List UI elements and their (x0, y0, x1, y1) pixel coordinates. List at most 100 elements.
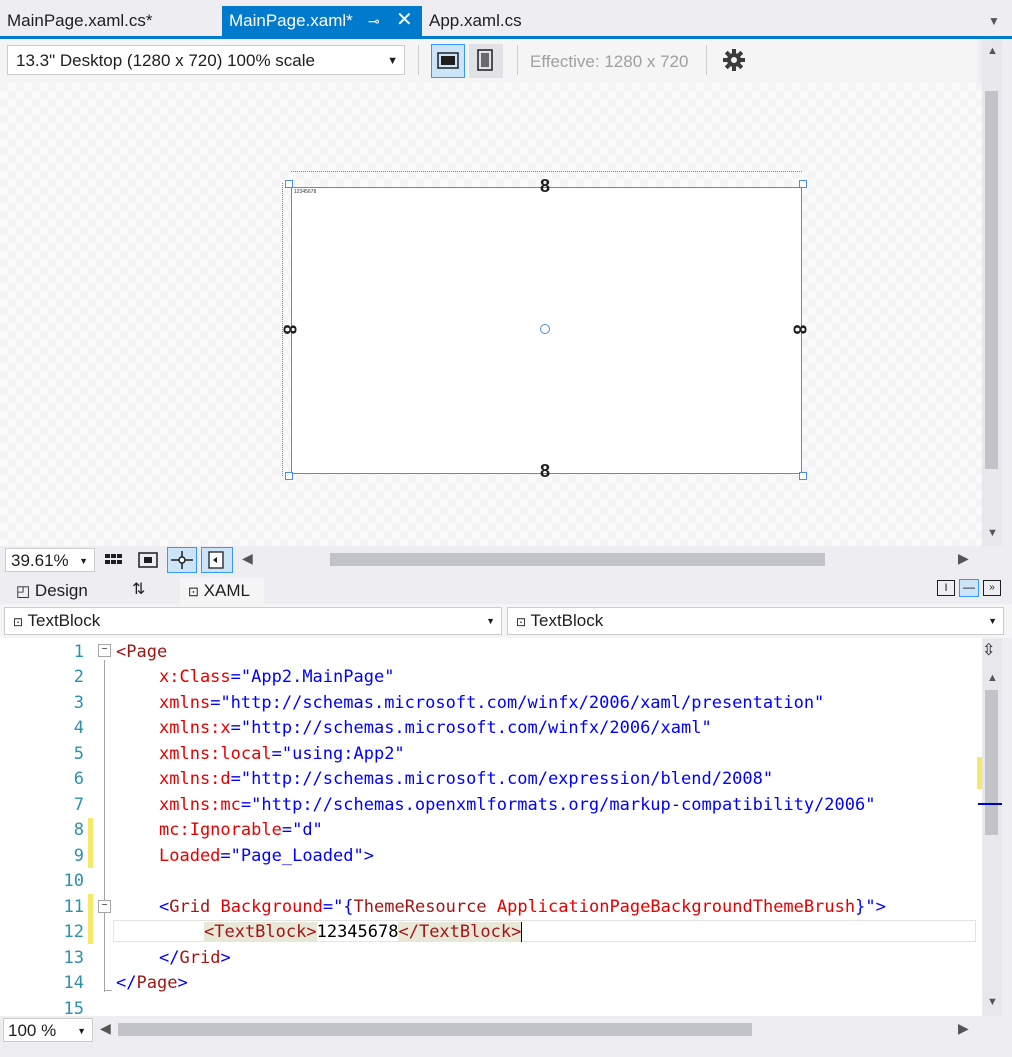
scroll-right-icon[interactable]: ▶ (958, 1020, 969, 1037)
code-line: xmlns:d="http://schemas.microsoft.com/ex… (159, 769, 773, 789)
change-marker (88, 894, 93, 944)
scroll-up-icon[interactable]: ▲ (987, 45, 998, 57)
snap-gridlines-button[interactable] (137, 551, 159, 574)
element-icon: ⊡ (516, 615, 526, 629)
tab-app-xaml-cs[interactable]: App.xaml.cs (422, 6, 529, 36)
editor-vertical-scrollbar[interactable]: ⇳ ▲ ▼ (982, 638, 1002, 1016)
separator (517, 45, 518, 75)
separator (418, 45, 419, 75)
resize-handle[interactable] (285, 472, 293, 480)
chevron-down-icon: ▼ (77, 1019, 86, 1043)
design-status-bar: 39.61% ▼ ◀ ▶ (0, 546, 1012, 574)
line-number: 2 (30, 667, 84, 687)
margin-link-icon[interactable]: 8 (540, 461, 550, 482)
collapse-toggle-icon[interactable]: − (98, 644, 111, 657)
collapse-pane-button[interactable]: » (983, 580, 1001, 596)
line-number: 13 (30, 948, 84, 968)
margin-link-icon[interactable]: 8 (279, 324, 300, 334)
pin-icon[interactable]: ⊸ (368, 6, 380, 36)
landscape-icon (432, 45, 464, 77)
editor-status-bar: 100 % ▼ ◀ ▶ (0, 1016, 1012, 1044)
margin-link-icon[interactable]: 8 (789, 324, 810, 334)
effective-size-label: Effective: 1280 x 720 (530, 52, 688, 72)
margin-link-icon[interactable]: 8 (540, 176, 550, 197)
code-line: Loaded="Page_Loaded"> (159, 846, 374, 866)
change-marker (977, 757, 982, 789)
vertical-split-button[interactable]: I (937, 580, 955, 596)
design-vertical-scrollbar[interactable]: ▲ ▼ (982, 39, 1002, 546)
tab-xaml[interactable]: ⊡ XAML (180, 578, 264, 605)
chevron-down-icon: ▼ (486, 608, 495, 634)
scroll-down-icon[interactable]: ▼ (987, 996, 998, 1008)
outline-guide (104, 660, 105, 992)
gear-icon (720, 46, 748, 74)
caret-position-marker (978, 803, 1002, 805)
scroll-right-icon[interactable]: ▶ (958, 550, 969, 567)
line-number: 3 (30, 693, 84, 713)
code-line: xmlns:x="http://schemas.microsoft.com/wi… (159, 718, 712, 738)
code-line: mc:Ignorable="d" (159, 820, 323, 840)
artboard-textblock[interactable]: 12345678 (294, 189, 316, 195)
resize-handle[interactable] (799, 472, 807, 480)
horizontal-split-button[interactable]: — (959, 579, 979, 597)
tab-mainpage-xaml-cs[interactable]: MainPage.xaml.cs* (0, 6, 160, 36)
code-line: </Page> (116, 973, 188, 993)
chevron-down-icon: ▼ (988, 608, 997, 634)
line-number: 4 (30, 718, 84, 738)
close-icon[interactable]: ✕ (396, 5, 413, 35)
tab-mainpage-xaml[interactable]: MainPage.xaml* ⊸ ✕ (222, 6, 422, 39)
line-number: 15 (30, 999, 84, 1016)
chevron-down-icon: ▼ (79, 549, 88, 573)
collapse-toggle-icon[interactable]: − (98, 900, 111, 913)
editor-horizontal-scroll-thumb[interactable] (118, 1023, 752, 1036)
code-line: </Grid> (159, 948, 231, 968)
scroll-left-icon[interactable]: ◀ (242, 550, 253, 567)
line-number: 10 (30, 871, 84, 891)
resize-handle[interactable] (799, 180, 807, 188)
text-caret (521, 922, 522, 942)
element-icon: ⊡ (13, 615, 23, 629)
line-number: 5 (30, 744, 84, 764)
tab-overflow-chevron-icon[interactable]: ▼ (988, 14, 1000, 28)
landscape-button[interactable] (431, 44, 465, 78)
editor-zoom-select[interactable]: 100 % ▼ (3, 1018, 93, 1042)
code-line: <Grid Background="{ThemeResource Applica… (159, 897, 886, 917)
tab-design[interactable]: ◰ Design (8, 578, 96, 604)
project-code-icon (202, 548, 232, 572)
resize-handle[interactable] (285, 180, 293, 188)
portrait-icon (469, 44, 501, 76)
separator (706, 45, 707, 75)
snap-to-snaplines-button[interactable] (167, 547, 197, 573)
swap-panes-icon[interactable]: ⇅ (132, 579, 145, 599)
scroll-up-icon[interactable]: ▲ (987, 672, 998, 684)
element-member-select[interactable]: ⊡ TextBlock ▼ (507, 607, 1004, 635)
grid-toggle-button[interactable] (104, 551, 124, 574)
project-code-button[interactable] (201, 547, 233, 573)
document-tab-bar: MainPage.xaml.cs* MainPage.xaml* ⊸ ✕ App… (0, 0, 1012, 38)
code-line: <Page (116, 642, 167, 662)
design-horizontal-scroll-thumb[interactable] (330, 553, 825, 566)
device-select[interactable]: 13.3" Desktop (1280 x 720) 100% scale ▼ (7, 45, 405, 75)
scroll-down-icon[interactable]: ▼ (987, 527, 998, 539)
code-line: xmlns:local="using:App2" (159, 744, 405, 764)
scroll-thumb[interactable] (985, 91, 998, 469)
line-number: 7 (30, 795, 84, 815)
xaml-icon: ⊡ (188, 584, 199, 599)
settings-button[interactable] (720, 46, 748, 79)
portrait-button[interactable] (469, 44, 503, 78)
scroll-thumb[interactable] (985, 690, 998, 835)
design-icon: ◰ (16, 583, 30, 600)
zoom-select[interactable]: 39.61% ▼ (5, 548, 95, 572)
line-number: 6 (30, 769, 84, 789)
line-number: 11 (30, 897, 84, 917)
page-artboard[interactable]: 12345678 (291, 187, 802, 474)
grid-icon (104, 551, 124, 569)
scroll-left-icon[interactable]: ◀ (100, 1020, 111, 1037)
code-line: <TextBlock>12345678</TextBlock> (204, 922, 522, 942)
split-editor-icon[interactable]: ⇳ (982, 640, 995, 660)
line-number: 8 (30, 820, 84, 840)
chevron-down-icon: ▼ (387, 46, 398, 76)
change-marker (88, 818, 93, 868)
xaml-code-editor[interactable]: − − 1 2 3 4 5 6 7 8 9 10 11 12 13 14 15 … (0, 638, 982, 1016)
element-scope-select[interactable]: ⊡ TextBlock ▼ (4, 607, 502, 635)
